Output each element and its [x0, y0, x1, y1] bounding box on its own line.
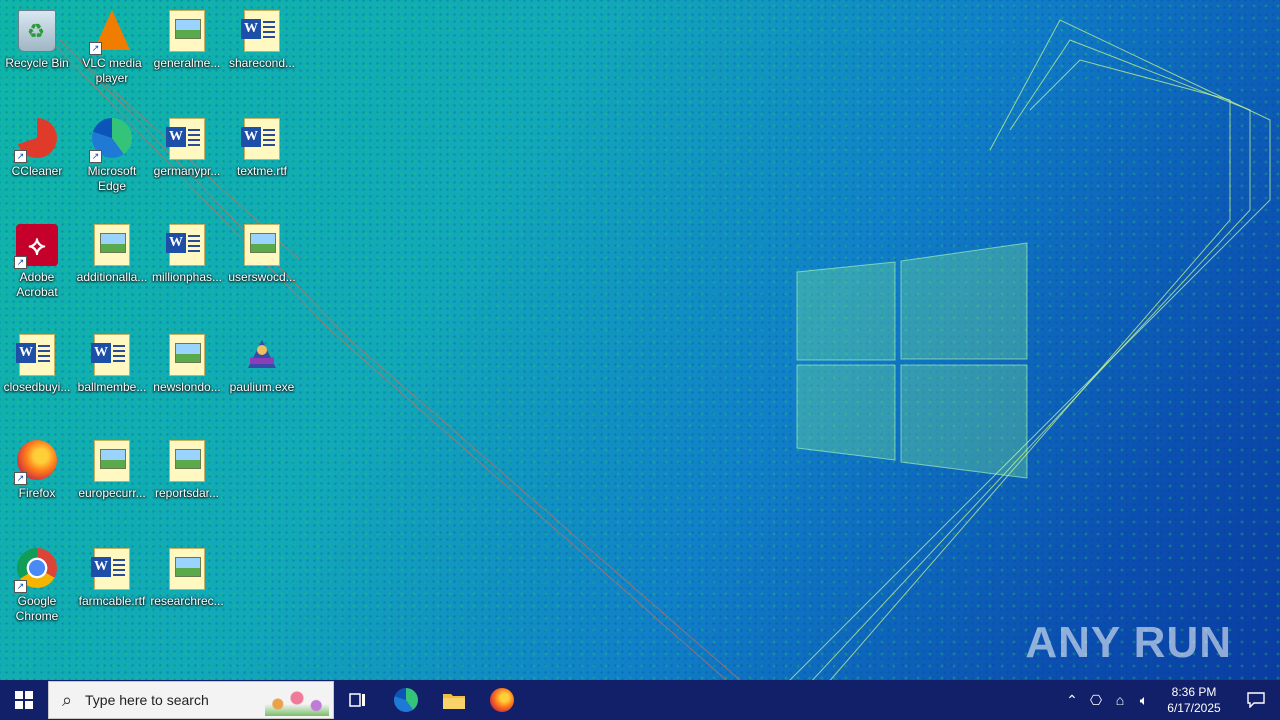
taskbar-firefox-button[interactable] — [478, 680, 526, 720]
clock-date: 6/17/2025 — [1167, 701, 1221, 715]
icon-label: reportsdar... — [154, 486, 220, 500]
volume-icon[interactable]: 🔈︎ — [1132, 692, 1156, 709]
icon-label: textme.rtf — [236, 164, 287, 178]
desktop-icon-generalme[interactable]: generalme... — [150, 10, 224, 71]
start-button[interactable] — [0, 680, 48, 720]
word-doc-icon: W — [241, 118, 280, 160]
shortcut-arrow-icon: ↗ — [14, 256, 27, 269]
desktop-icon-millionphas[interactable]: W millionphas... — [150, 224, 224, 285]
icon-label: Google Chrome — [15, 594, 59, 623]
image-file-icon — [169, 334, 205, 376]
word-doc-icon: W — [91, 334, 130, 376]
desktop-icon-germanypr[interactable]: W germanypr... — [150, 118, 224, 179]
desktop-icon-closedbuyi[interactable]: W closedbuyi... — [0, 334, 74, 395]
shortcut-arrow-icon: ↗ — [14, 472, 27, 485]
task-view-icon — [349, 693, 365, 707]
icon-label: Microsoft Edge — [87, 164, 137, 193]
word-doc-icon: W — [91, 548, 130, 590]
windows-start-icon — [15, 691, 33, 709]
file-explorer-icon — [443, 694, 465, 709]
chevron-up-icon[interactable]: ⌃ — [1060, 692, 1084, 709]
icon-label: Firefox — [18, 486, 56, 500]
desktop-icon-firefox[interactable]: ↗ Firefox — [0, 440, 74, 501]
desktop-icon-europecurr[interactable]: europecurr... — [75, 440, 149, 501]
desktop-icon-microsoft-edge[interactable]: ↗ Microsoft Edge — [75, 118, 149, 194]
desktop-icon-farmcable[interactable]: W farmcable.rtf — [75, 548, 149, 609]
desktop-icon-ballmembe[interactable]: W ballmembe... — [75, 334, 149, 395]
icon-label: farmcable.rtf — [78, 594, 146, 608]
image-file-icon — [94, 440, 130, 482]
image-file-icon — [169, 10, 205, 52]
firefox-icon — [490, 688, 514, 712]
taskbar: ⌕ Type here to search ⌃ ⎔ ⌂ 🔈︎ 8:36 PM 6… — [0, 680, 1280, 720]
icon-label: generalme... — [153, 56, 221, 70]
word-doc-icon: W — [241, 10, 280, 52]
icon-label: ballmembe... — [77, 380, 147, 394]
icon-label: sharecond... — [228, 56, 296, 70]
edge-icon — [394, 688, 418, 712]
icon-label: CCleaner — [11, 164, 63, 178]
word-doc-icon: W — [16, 334, 55, 376]
desktop-icon-reportsdar[interactable]: reportsdar... — [150, 440, 224, 501]
icon-label: millionphas... — [151, 270, 223, 284]
icon-label: Adobe Acrobat — [16, 270, 58, 299]
notification-icon — [1247, 692, 1265, 708]
shortcut-arrow-icon: ↗ — [14, 580, 27, 593]
recycle-bin-icon — [18, 10, 56, 52]
icon-label: paulium.exe — [229, 380, 295, 394]
icon-label: additionalla... — [76, 270, 148, 284]
search-icon: ⌕ — [61, 689, 73, 710]
desktop-icon-google-chrome[interactable]: ↗ Google Chrome — [0, 548, 74, 624]
search-highlight-image — [265, 686, 329, 716]
desktop-icon-userswocd[interactable]: userswocd... — [225, 224, 299, 285]
image-file-icon — [94, 224, 130, 266]
icon-label: closedbuyi... — [3, 380, 71, 394]
desktop-icon-additionalla[interactable]: additionalla... — [75, 224, 149, 285]
desktop-icon-sharecond[interactable]: W sharecond... — [225, 10, 299, 71]
desktop-icon-researchrec[interactable]: researchrec... — [150, 548, 224, 609]
image-file-icon — [169, 548, 205, 590]
icon-label: VLC media player — [82, 56, 142, 85]
taskbar-clock[interactable]: 8:36 PM 6/17/2025 — [1156, 684, 1232, 716]
shortcut-arrow-icon: ↗ — [89, 150, 102, 163]
icon-label: Recycle Bin — [5, 56, 69, 70]
shortcut-arrow-icon: ↗ — [89, 42, 102, 55]
desktop-icon-textme[interactable]: W textme.rtf — [225, 118, 299, 179]
shortcut-arrow-icon: ↗ — [14, 150, 27, 163]
image-file-icon — [244, 224, 280, 266]
desktop-icon-adobe-acrobat[interactable]: ⟡ ↗ Adobe Acrobat — [0, 224, 74, 300]
exe-icon — [248, 340, 276, 368]
desktop-icon-newslondo[interactable]: newslondo... — [150, 334, 224, 395]
image-file-icon — [169, 440, 205, 482]
icon-label: newslondo... — [153, 380, 221, 394]
icon-label: germanypr... — [153, 164, 221, 178]
search-placeholder: Type here to search — [85, 692, 209, 708]
taskbar-edge-button[interactable] — [382, 680, 430, 720]
meet-now-icon[interactable]: ⎔ — [1084, 692, 1108, 709]
desktop-icon-recycle-bin[interactable]: Recycle Bin — [0, 10, 74, 71]
clock-time: 8:36 PM — [1171, 685, 1217, 699]
word-doc-icon: W — [166, 118, 205, 160]
network-icon[interactable]: ⌂ — [1108, 692, 1132, 708]
taskbar-file-explorer-button[interactable] — [430, 680, 478, 720]
icon-label: userswocd... — [228, 270, 296, 284]
icon-label: researchrec... — [150, 594, 224, 608]
notification-center-button[interactable] — [1232, 692, 1280, 708]
desktop-icon-paulium-exe[interactable]: paulium.exe — [225, 334, 299, 395]
system-tray: ⌃ ⎔ ⌂ 🔈︎ 8:36 PM 6/17/2025 — [1060, 680, 1280, 720]
desktop-icon-ccleaner[interactable]: ↗ CCleaner — [0, 118, 74, 179]
taskbar-search-box[interactable]: ⌕ Type here to search — [48, 681, 334, 719]
word-doc-icon: W — [166, 224, 205, 266]
icon-label: europecurr... — [78, 486, 146, 500]
anyrun-watermark: ANY RUN — [1025, 618, 1232, 667]
desktop-icon-vlc[interactable]: ↗ VLC media player — [75, 10, 149, 86]
task-view-button[interactable] — [334, 680, 382, 720]
